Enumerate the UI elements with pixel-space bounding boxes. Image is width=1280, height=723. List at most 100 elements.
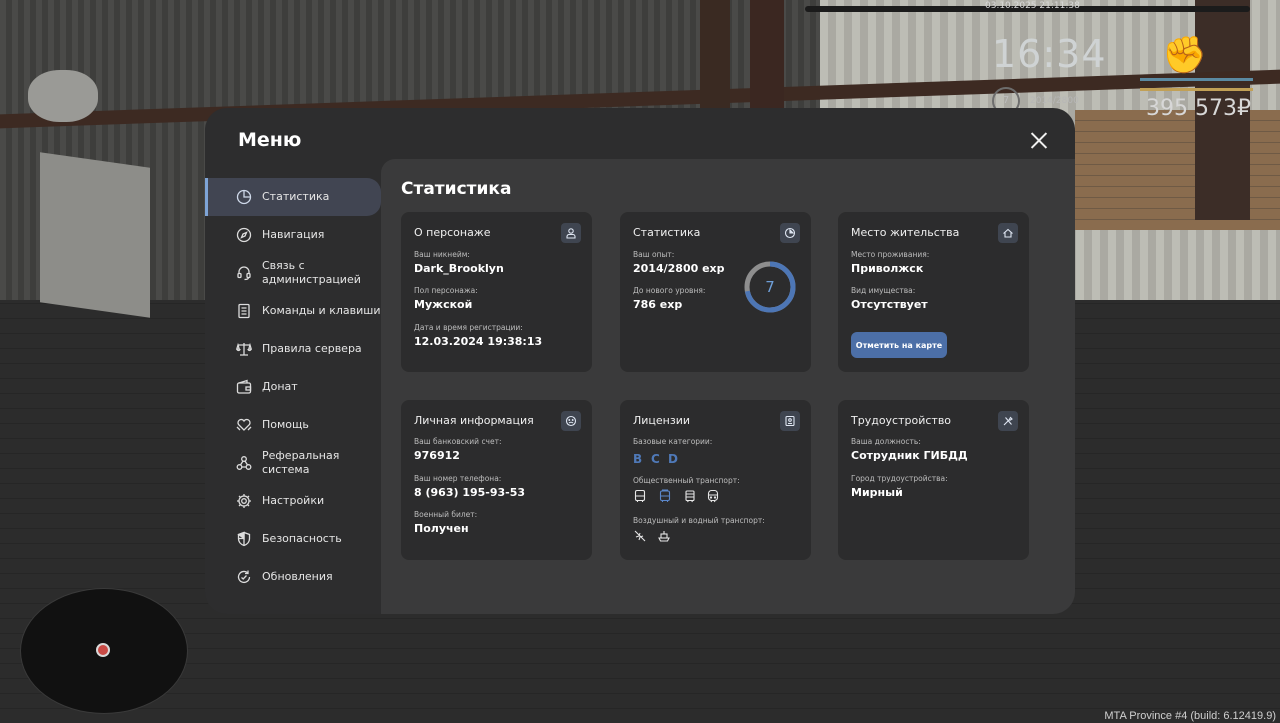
bank-label: Ваш банковский счет: — [414, 437, 502, 446]
sidebar-item-referral[interactable]: Реферальная система — [205, 444, 381, 482]
sidebar-item-commands[interactable]: Команды и клавиши — [205, 292, 381, 330]
tram-icon — [683, 488, 697, 503]
scales-icon — [236, 341, 252, 357]
registration-value: 12.03.2024 19:38:13 — [414, 335, 543, 348]
content-title: Статистика — [401, 179, 512, 199]
licenses-card: Лицензии Базовые категории: B C D Общест… — [620, 400, 811, 560]
face-icon — [561, 411, 581, 431]
beam — [700, 0, 730, 120]
content-panel: Статистика О персонаже Ваш никнейм: Dark… — [381, 159, 1075, 614]
network-icon — [236, 455, 252, 471]
position-value: Сотрудник ГИБДД — [851, 449, 968, 462]
door — [40, 152, 150, 318]
nickname-value: Dark_Brooklyn — [414, 262, 504, 275]
boat-icon — [657, 528, 671, 542]
pie-chart-icon — [236, 189, 252, 205]
menu-title: Меню — [238, 129, 302, 151]
sidebar-item-label: Настройки — [262, 494, 325, 507]
exp-value: 2014/2800 exp — [633, 262, 725, 275]
hud-money: 395 573₽ — [1146, 96, 1251, 121]
card-title: О персонаже — [414, 226, 491, 239]
category-b: B — [633, 452, 643, 466]
document-icon — [236, 303, 252, 319]
player-marker-icon — [96, 643, 110, 657]
compass-icon — [236, 227, 252, 243]
armor-bar — [1140, 88, 1253, 91]
personal-card: Личная информация Ваш банковский счет: 9… — [401, 400, 592, 560]
hud-exp: 2014/2800 — [1030, 96, 1079, 106]
sidebar-item-label: Реферальная система — [262, 449, 340, 476]
metro-icon — [706, 488, 720, 503]
bus-icon — [633, 488, 647, 502]
next-level-label: До нового уровня: — [633, 286, 706, 295]
nickname-label: Ваш никнейм: — [414, 250, 470, 259]
sidebar-item-label: Донат — [262, 380, 298, 393]
sidebar-item-label: Связь с администрацией — [262, 259, 361, 286]
fist-icon: ✊ — [1162, 35, 1207, 76]
sidebar-item-help[interactable]: Помощь — [205, 406, 381, 444]
clock-icon — [780, 223, 800, 243]
health-bar — [1140, 78, 1253, 81]
wallet-icon — [236, 379, 252, 395]
sidebar: Статистика Навигация Связь с администрац… — [205, 178, 381, 596]
place-label: Место проживания: — [851, 250, 930, 259]
category-d: D — [668, 452, 678, 466]
close-icon[interactable] — [1028, 129, 1050, 151]
sidebar-item-label: Обновления — [262, 570, 333, 583]
card-title: Трудоустройство — [851, 414, 952, 427]
sidebar-item-navigation[interactable]: Навигация — [205, 216, 381, 254]
bank-value: 976912 — [414, 449, 460, 462]
card-title: Место жительства — [851, 226, 960, 239]
gender-label: Пол персонажа: — [414, 286, 478, 295]
plane-icon — [633, 528, 647, 542]
job-card: Трудоустройство Ваша должность: Сотрудни… — [838, 400, 1029, 560]
air-water-transport-label: Воздушный и водный транспорт: — [633, 516, 765, 525]
sidebar-item-updates[interactable]: Обновления — [205, 558, 381, 596]
base-categories-label: Базовые категории: — [633, 437, 713, 446]
card-title: Лицензии — [633, 414, 691, 427]
mark-on-map-button[interactable]: Отметить на карте — [851, 332, 947, 358]
next-level-value: 786 exp — [633, 298, 683, 311]
tools-icon — [998, 411, 1018, 431]
category-c: C — [651, 452, 660, 466]
headset-icon — [236, 265, 252, 281]
place-value: Приволжск — [851, 262, 924, 275]
level-value: 7 — [765, 278, 775, 296]
property-value: Отсутствует — [851, 298, 928, 311]
sidebar-item-security[interactable]: Безопасность — [205, 520, 381, 558]
gear-icon — [236, 493, 252, 509]
trolleybus-icon — [658, 488, 672, 502]
sidebar-item-label: Навигация — [262, 228, 325, 241]
hud-datetime: 03.10.2025 21:11:38 — [985, 1, 1080, 11]
home-icon — [998, 223, 1018, 243]
registration-label: Дата и время регистрации: — [414, 323, 523, 332]
military-value: Получен — [414, 522, 469, 535]
stats-card: Статистика Ваш опыт: 2014/2800 exp До но… — [620, 212, 811, 372]
menu-window: Меню Статистика Навигация Связь с админи… — [205, 108, 1075, 614]
card-title: Личная информация — [414, 414, 534, 427]
job-city-label: Город трудоустройства: — [851, 474, 948, 483]
shield-icon — [236, 531, 252, 547]
position-label: Ваша должность: — [851, 437, 921, 446]
sidebar-item-donate[interactable]: Донат — [205, 368, 381, 406]
job-city-value: Мирный — [851, 486, 903, 499]
sidebar-item-label: Правила сервера — [262, 342, 362, 355]
gender-value: Мужской — [414, 298, 473, 311]
sidebar-item-settings[interactable]: Настройки — [205, 482, 381, 520]
object — [28, 70, 98, 122]
phone-value: 8 (963) 195-93-53 — [414, 486, 526, 499]
sidebar-item-admin-contact[interactable]: Связь с администрацией — [205, 254, 381, 292]
card-title: Статистика — [633, 226, 701, 239]
military-label: Военный билет: — [414, 510, 478, 519]
user-icon — [561, 223, 581, 243]
public-transport-label: Общественный транспорт: — [633, 476, 740, 485]
sidebar-item-rules[interactable]: Правила сервера — [205, 330, 381, 368]
sidebar-item-label: Команды и клавиши — [262, 304, 381, 317]
beam — [750, 0, 784, 110]
character-card: О персонаже Ваш никнейм: Dark_Brooklyn П… — [401, 212, 592, 372]
sidebar-item-label: Помощь — [262, 418, 309, 431]
residence-card: Место жительства Место проживания: Приво… — [838, 212, 1029, 372]
id-card-icon — [780, 411, 800, 431]
sidebar-item-statistics[interactable]: Статистика — [205, 178, 381, 216]
heart-hands-icon — [236, 417, 252, 433]
